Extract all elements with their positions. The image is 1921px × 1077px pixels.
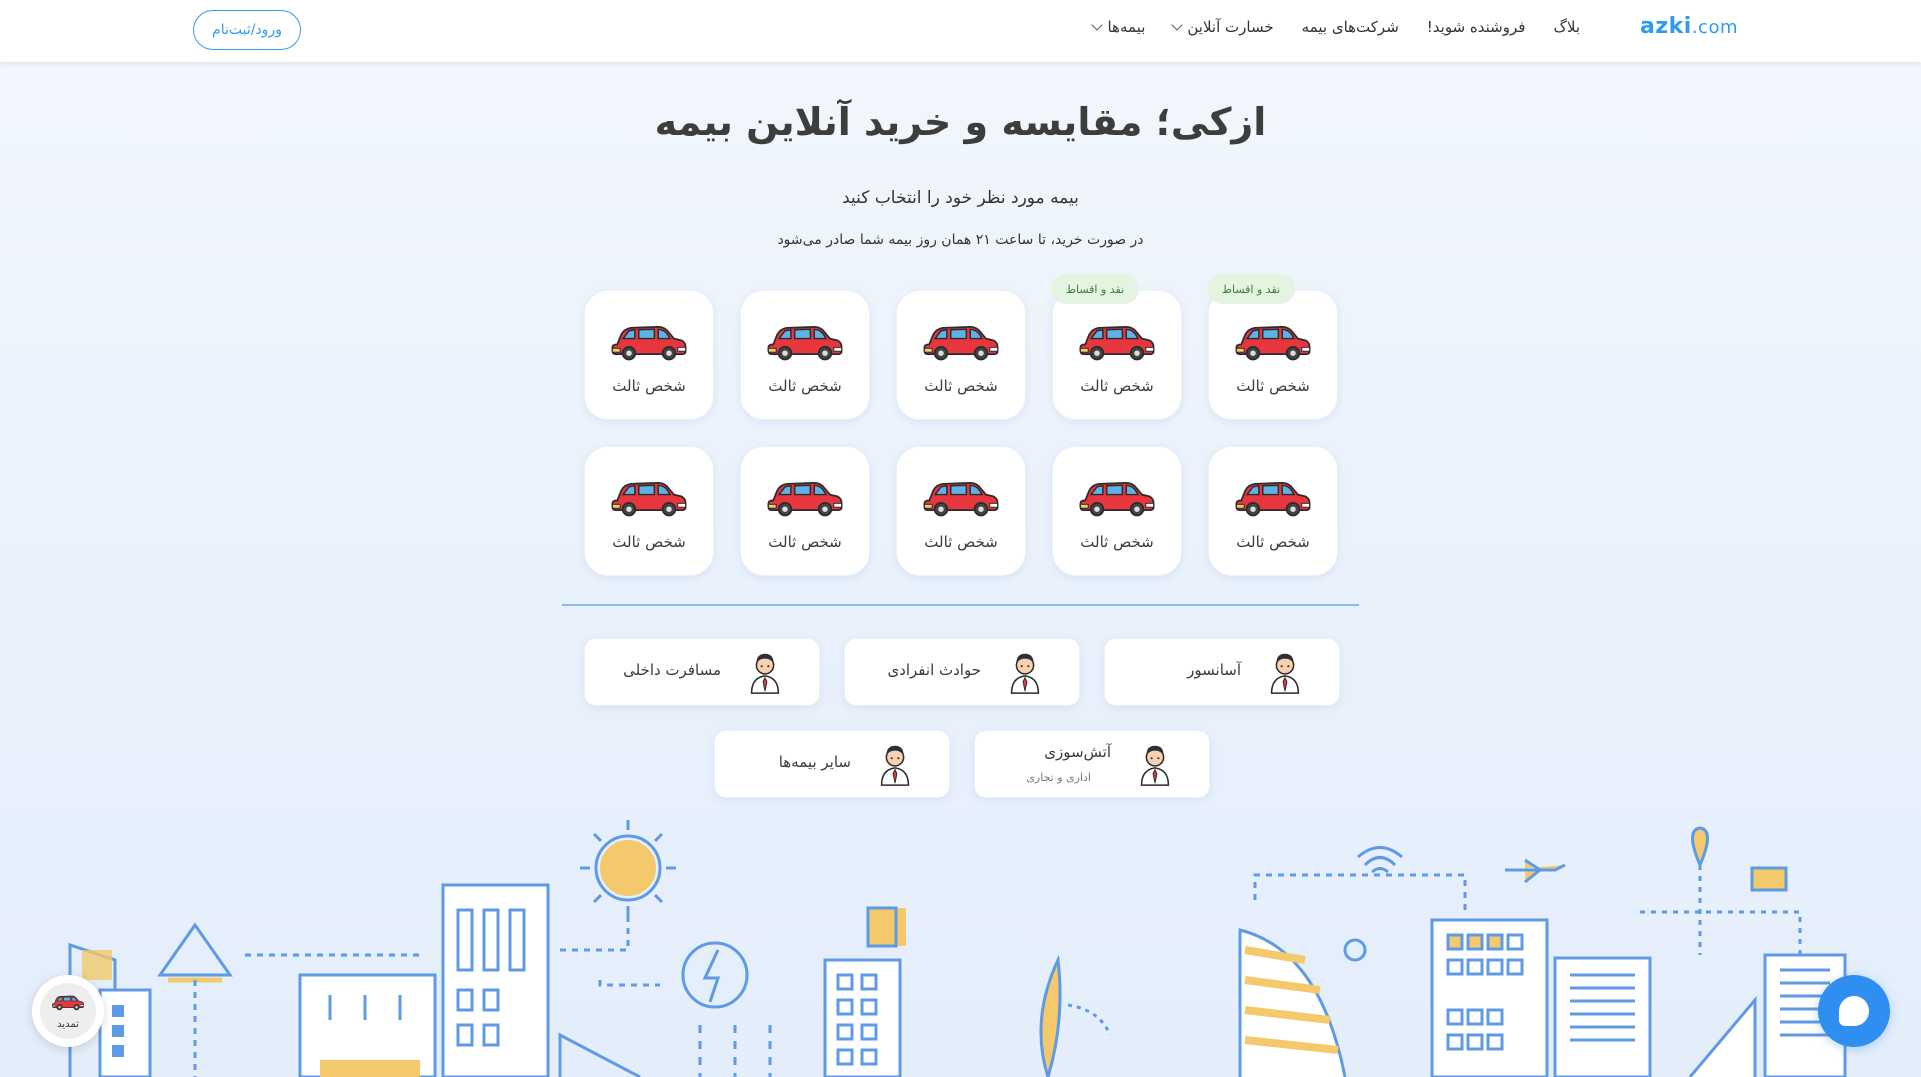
person-icon (1010, 653, 1040, 694)
card-label: شخص ثالث (1236, 377, 1310, 395)
chevron-down-icon (1091, 19, 1104, 31)
person-icon (1270, 653, 1300, 694)
renew-inner (40, 983, 96, 1039)
chat-support-button[interactable] (1818, 975, 1890, 1047)
installment-badge: نقد و اقساط (1051, 274, 1139, 304)
card-label: شخص ثالث (612, 533, 686, 551)
car-icon (1079, 481, 1155, 517)
nav-blog[interactable]: بلاگ (1553, 18, 1580, 36)
login-signup-button[interactable]: ورود/ثبت‌نام (193, 10, 301, 50)
car-icon (767, 481, 843, 517)
nav-become-seller[interactable]: فروشنده شوید! (1427, 18, 1526, 36)
section-divider (562, 604, 1359, 606)
person-icon (750, 653, 780, 694)
car-insurance-card[interactable]: شخص ثالث (896, 446, 1026, 576)
car-icon (611, 481, 687, 517)
nav-insurances[interactable]: بیمه‌ها (1091, 18, 1145, 36)
car-insurance-card[interactable]: شخص ثالث (1208, 290, 1338, 420)
city-illustration (68, 820, 1847, 1077)
main-nav: بیمه‌ها خسارت آنلاین شرکت‌های بیمه فروشن… (1091, 18, 1580, 36)
card-label: شخص ثالث (768, 533, 842, 551)
page-title: ازکی؛ مقایسه و خرید آنلاین بیمه (654, 100, 1267, 144)
renew-button[interactable]: تمدید (32, 975, 104, 1047)
car-insurance-card[interactable]: شخص ثالث (896, 290, 1026, 420)
car-insurance-card[interactable]: شخص ثالث (1052, 290, 1182, 420)
car-icon (52, 995, 84, 1011)
card-label: آتش‌سوزی (1044, 743, 1111, 761)
card-label: شخص ثالث (924, 533, 998, 551)
car-insurance-card[interactable]: شخص ثالث (740, 446, 870, 576)
issuance-note: در صورت خرید، تا ساعت ۲۱ همان روز بیمه ش… (777, 232, 1144, 248)
car-insurance-card[interactable]: شخص ثالث (740, 290, 870, 420)
car-insurance-card[interactable]: شخص ثالث (584, 290, 714, 420)
card-label: حوادث انفرادی (887, 661, 981, 679)
card-label: شخص ثالث (1236, 533, 1310, 551)
other-insurances-card[interactable]: سایر بیمه‌ها (714, 730, 950, 798)
car-icon (1079, 325, 1155, 361)
person-icon (880, 745, 910, 786)
card-sublabel: اداری و تجاری (1026, 771, 1091, 784)
car-insurance-card[interactable]: شخص ثالث (1052, 446, 1182, 576)
car-icon (1235, 481, 1311, 517)
card-label: شخص ثالث (924, 377, 998, 395)
domestic-travel-insurance-card[interactable]: مسافرت داخلی (584, 638, 820, 706)
card-label: شخص ثالث (1080, 533, 1154, 551)
elevator-insurance-card[interactable]: آسانسور (1104, 638, 1340, 706)
person-icon (1140, 745, 1170, 786)
chat-bubble-icon (1839, 996, 1869, 1026)
azki-logo[interactable]: azki.com (1640, 14, 1738, 39)
car-icon (923, 481, 999, 517)
fire-insurance-card[interactable]: آتش‌سوزی اداری و تجاری (974, 730, 1210, 798)
card-label: شخص ثالث (612, 377, 686, 395)
card-label: سایر بیمه‌ها (778, 753, 851, 771)
top-navbar: azki.com بیمه‌ها خسارت آنلاین شرکت‌های ب… (0, 0, 1921, 62)
nav-insurance-companies[interactable]: شرکت‌های بیمه (1302, 18, 1399, 36)
car-insurance-card[interactable]: شخص ثالث (584, 446, 714, 576)
nav-online-claims[interactable]: خسارت آنلاین (1171, 18, 1274, 36)
renew-label: تمدید (57, 1019, 79, 1030)
card-label: شخص ثالث (768, 377, 842, 395)
car-icon (611, 325, 687, 361)
chevron-down-icon (1171, 19, 1184, 31)
card-label: آسانسور (1187, 661, 1241, 679)
card-label: شخص ثالث (1080, 377, 1154, 395)
card-label: مسافرت داخلی (623, 661, 721, 679)
car-icon (1235, 325, 1311, 361)
page-subtitle: بیمه مورد نظر خود را انتخاب کنید (842, 188, 1079, 208)
car-icon (767, 325, 843, 361)
car-insurance-card[interactable]: شخص ثالث (1208, 446, 1338, 576)
car-icon (923, 325, 999, 361)
installment-badge: نقد و اقساط (1207, 274, 1295, 304)
personal-accident-insurance-card[interactable]: حوادث انفرادی (844, 638, 1080, 706)
